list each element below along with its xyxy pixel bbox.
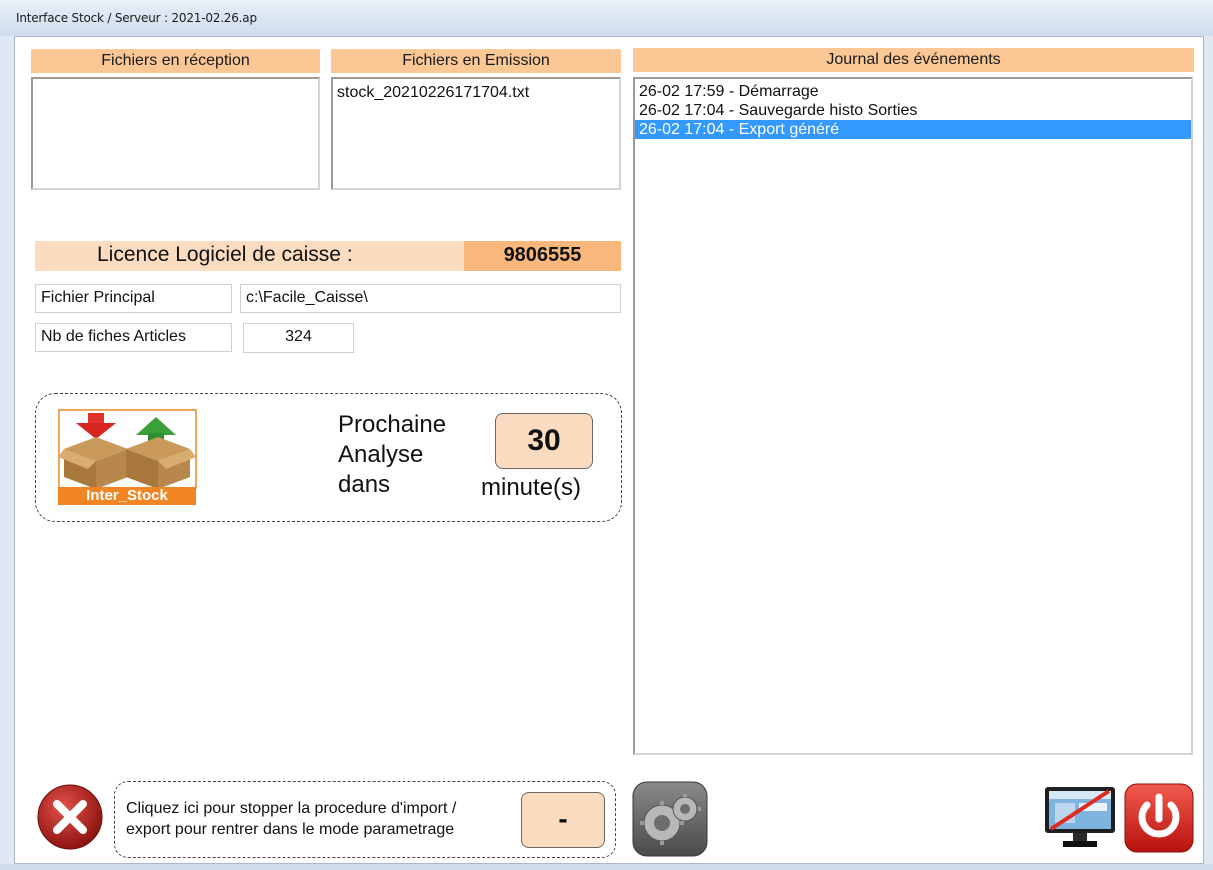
stop-text-line2: export pour rentrer dans le mode paramet… xyxy=(126,821,455,838)
principal-label: Fichier Principal xyxy=(35,284,232,313)
stop-instructions[interactable]: Cliquez ici pour stopper la procedure d'… xyxy=(126,798,456,840)
emission-header: Fichiers en Emission xyxy=(331,49,621,73)
countdown-value: 30 xyxy=(495,413,593,469)
journal-item[interactable]: 26-02 17:04 - Sauvegarde histo Sorties xyxy=(635,101,1191,120)
window-title: Interface Stock / Serveur : 2021-02.26.a… xyxy=(16,11,257,25)
logo-caption: Inter_Stock xyxy=(58,487,196,505)
next-analysis-label: Prochaine Analyse dans xyxy=(338,410,446,500)
power-button[interactable] xyxy=(1124,783,1194,853)
licence-value: 9806555 xyxy=(503,244,582,266)
stop-button[interactable] xyxy=(36,783,104,851)
stop-text-line1: Cliquez ici pour stopper la procedure d'… xyxy=(126,800,457,817)
licence-label: Licence Logiciel de caisse : xyxy=(97,243,353,266)
close-circle-icon xyxy=(37,784,103,850)
journal-item[interactable]: 26-02 17:59 - Démarrage xyxy=(635,82,1191,101)
settings-button[interactable] xyxy=(632,781,708,857)
journal-list[interactable]: 26-02 17:59 - Démarrage 26-02 17:04 - Sa… xyxy=(633,77,1193,755)
reception-list[interactable] xyxy=(31,77,320,190)
monitor-button[interactable] xyxy=(1043,785,1117,851)
next-analysis-line3: dans xyxy=(338,471,391,498)
journal-item-selected[interactable]: 26-02 17:04 - Export généré xyxy=(635,120,1191,139)
countdown-unit: minute(s) xyxy=(481,474,582,501)
stop-status-value: - xyxy=(521,792,605,848)
articles-count-field: 324 xyxy=(243,323,354,353)
next-analysis-line2: Analyse xyxy=(338,441,424,468)
emission-list-item[interactable]: stock_20210226171704.txt xyxy=(333,83,619,102)
next-analysis-line1: Prochaine xyxy=(338,411,447,438)
licence-bar: Licence Logiciel de caisse : 9806555 xyxy=(35,241,621,271)
title-bar[interactable]: Interface Stock / Serveur : 2021-02.26.a… xyxy=(0,0,1213,36)
boxes-arrows-icon xyxy=(58,409,197,489)
power-icon xyxy=(1124,783,1194,853)
journal-header: Journal des événements xyxy=(633,48,1194,72)
monitor-off-icon xyxy=(1045,787,1115,847)
reception-header: Fichiers en réception xyxy=(31,49,320,73)
emission-list[interactable]: stock_20210226171704.txt xyxy=(331,77,621,190)
window-bottom-border xyxy=(0,864,1213,870)
licence-value-box: 9806555 xyxy=(464,241,621,271)
gears-icon xyxy=(632,781,708,857)
articles-label: Nb de fiches Articles xyxy=(35,323,232,352)
inter-stock-logo: Inter_Stock xyxy=(58,409,198,507)
principal-path-field[interactable]: c:\Facile_Caisse\ xyxy=(240,284,621,313)
